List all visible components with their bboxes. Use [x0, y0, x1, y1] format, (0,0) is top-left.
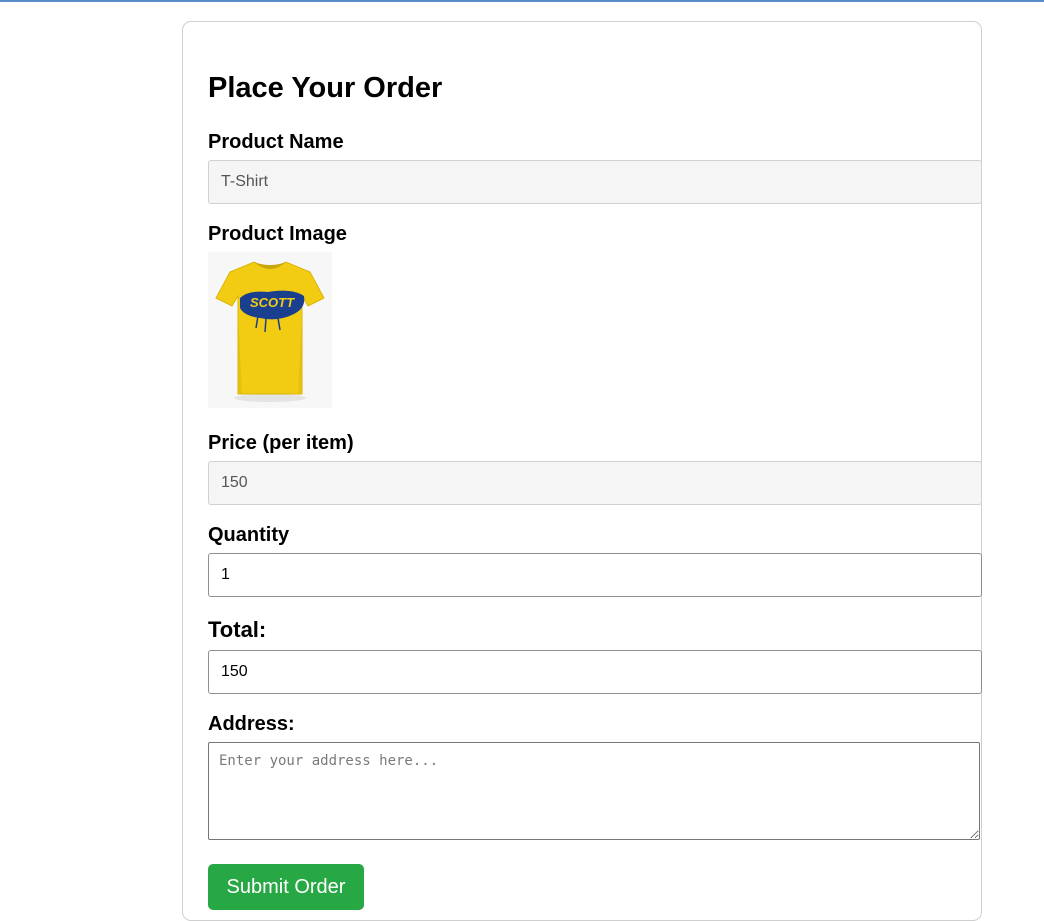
submit-order-button[interactable]: Submit Order	[208, 864, 364, 910]
page-title: Place Your Order	[208, 72, 443, 104]
top-border	[0, 0, 1044, 2]
address-label: Address:	[208, 713, 295, 735]
product-image: SCOTT	[208, 252, 332, 408]
product-name-field[interactable]	[208, 160, 982, 204]
product-name-label: Product Name	[208, 131, 344, 153]
tshirt-image: SCOTT	[208, 252, 332, 408]
quantity-label: Quantity	[208, 524, 290, 546]
quantity-field[interactable]	[208, 553, 982, 597]
product-image-label: Product Image	[208, 223, 347, 245]
total-field[interactable]	[208, 650, 982, 694]
price-field[interactable]	[208, 461, 982, 505]
tshirt-logo-text: SCOTT	[250, 295, 295, 310]
price-label: Price (per item)	[208, 432, 354, 454]
total-label: Total:	[208, 617, 267, 642]
address-textarea[interactable]	[208, 742, 980, 840]
